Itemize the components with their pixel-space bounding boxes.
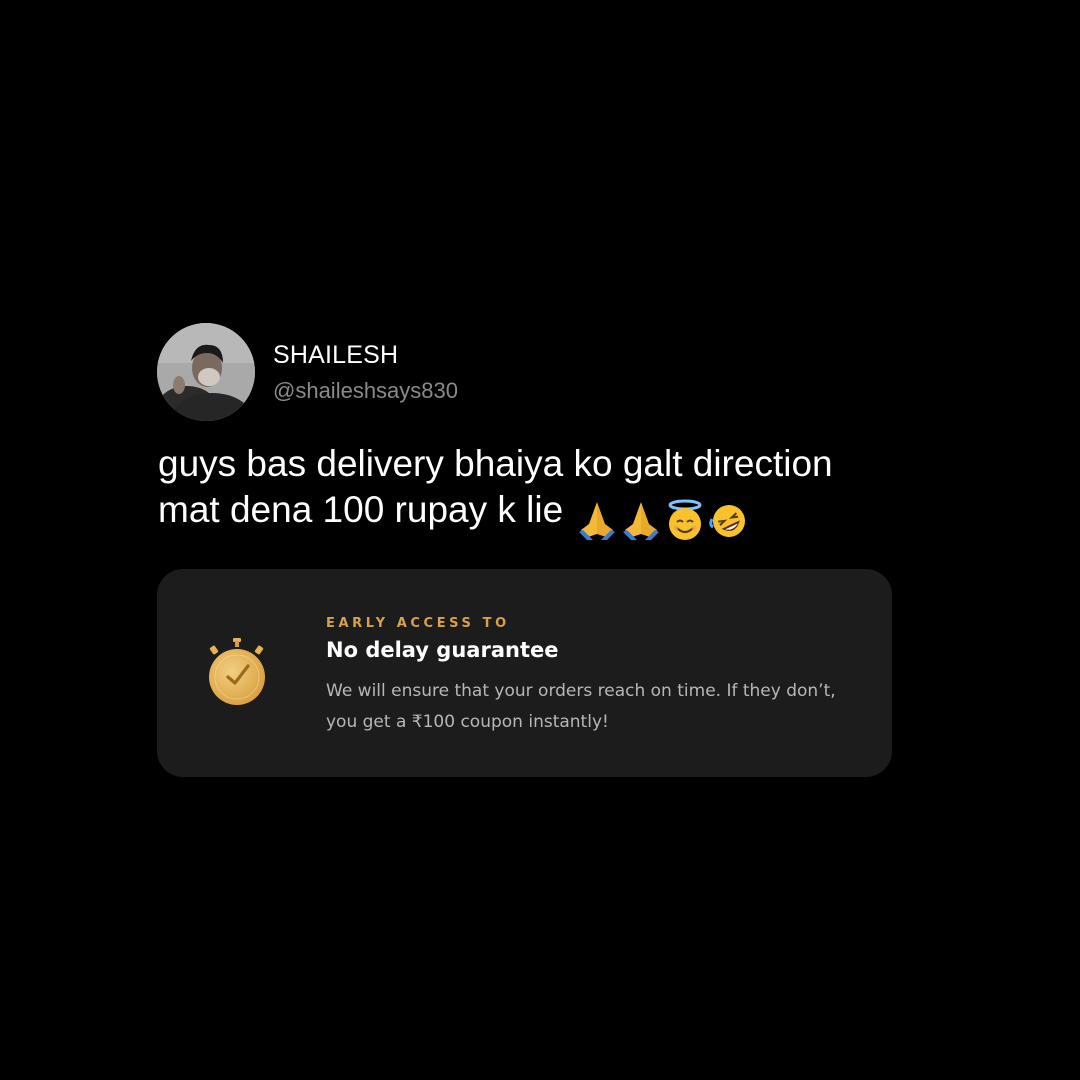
promo-card-content: EARLY ACCESS TO No delay guarantee We wi… bbox=[326, 616, 866, 738]
avatar[interactable] bbox=[157, 323, 255, 421]
tweet-header: SHAILESH @shaileshsays830 bbox=[157, 323, 987, 421]
folded-hands-icon bbox=[623, 502, 660, 541]
author-handle[interactable]: @shaileshsays830 bbox=[273, 377, 458, 405]
tweet-post: SHAILESH @shaileshsays830 guys bas deliv… bbox=[157, 323, 987, 541]
author-display-name[interactable]: SHAILESH bbox=[273, 340, 458, 370]
avatar-image bbox=[157, 323, 255, 421]
promo-description: We will ensure that your orders reach on… bbox=[326, 681, 836, 732]
smiling-face-with-halo-icon bbox=[668, 499, 702, 541]
promo-eyebrow: EARLY ACCESS TO bbox=[326, 616, 510, 631]
rolling-on-the-floor-laughing-icon bbox=[709, 505, 746, 538]
folded-hands-icon bbox=[579, 502, 616, 541]
tweet-text: guys bas delivery bhaiya ko galt directi… bbox=[158, 441, 988, 541]
stopwatch-icon bbox=[209, 638, 265, 705]
author-names: SHAILESH @shaileshsays830 bbox=[273, 340, 458, 405]
tweet-emojis bbox=[575, 495, 751, 541]
promo-title: No delay guarantee bbox=[326, 638, 559, 662]
